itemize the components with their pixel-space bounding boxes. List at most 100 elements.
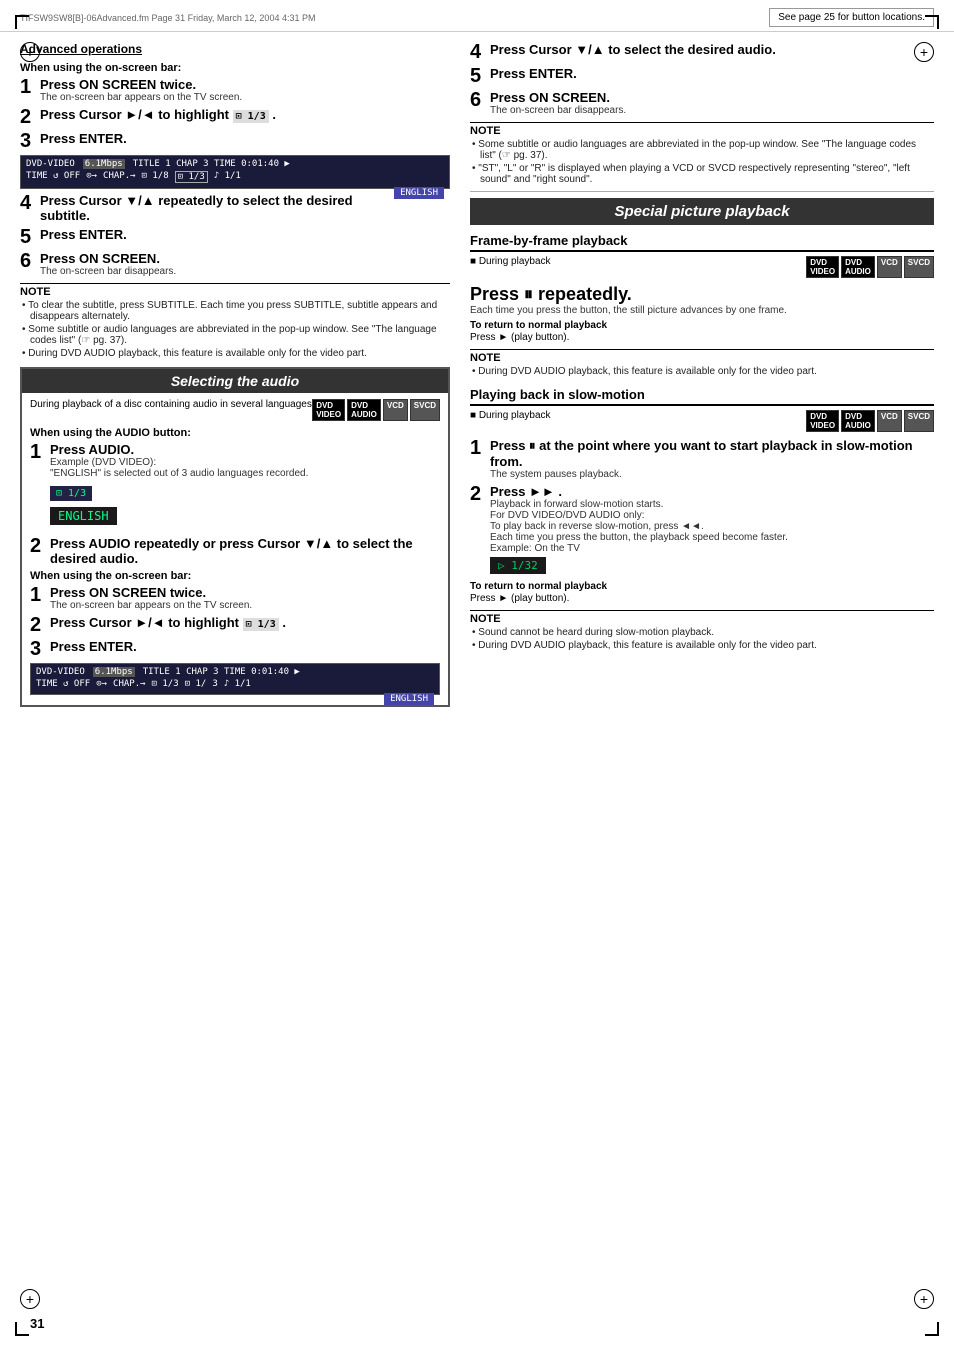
right-note-title: NOTE	[470, 122, 934, 137]
right-step-4: 4 Press Cursor ▼/▲ to select the desired…	[470, 42, 934, 62]
advanced-ops-title: Advanced operations	[20, 42, 450, 56]
sm-step-1-desc: The system pauses playback.	[490, 469, 934, 480]
audio-step-3b: 3 Press ENTER.	[30, 639, 440, 659]
sm-step-2: 2 Press ►► . Playback in forward slow-mo…	[470, 484, 934, 577]
english-tag-1: ENGLISH	[394, 187, 444, 199]
right-note-2: "ST", "L" or "R" is displayed when playi…	[470, 163, 934, 185]
page-header: TIFSW9SW8[B]-06Advanced.fm Page 31 Frida…	[0, 0, 954, 32]
left-column: Advanced operations When using the on-sc…	[20, 42, 450, 715]
sm-example-display: ▷ 1/32	[490, 557, 546, 574]
fbf-during-row: ■ During playback DVDVIDEO DVDAUDIO VCD …	[470, 256, 934, 278]
right-step-5-content: Press ENTER.	[490, 66, 934, 86]
audio-step-2: 2 Press AUDIO repeatedly or press Cursor…	[30, 536, 440, 566]
see-page-note: See page 25 for button locations.	[769, 8, 934, 27]
step-6-content: Press ON SCREEN. The on-screen bar disap…	[40, 251, 450, 277]
right-step-5: 5 Press ENTER.	[470, 66, 934, 86]
display-english: ENGLISH	[50, 507, 117, 525]
fbf-to-return-title: To return to normal playback	[470, 320, 934, 331]
fbf-badge-dvd-video: DVDVIDEO	[806, 256, 839, 278]
sm-step-1: 1 Press ⏸ at the point where you want to…	[470, 438, 934, 480]
audio-step-2-title: Press AUDIO repeatedly or press Cursor ▼…	[50, 536, 440, 566]
step-1-title: Press ON SCREEN twice.	[40, 77, 450, 92]
fbf-to-return-desc: Press ► (play button).	[470, 332, 934, 343]
audio-step-1b-desc: The on-screen bar appears on the TV scre…	[50, 600, 440, 611]
dvd-badges-audio: DVDVIDEO DVDAUDIO VCD SVCD	[312, 399, 440, 421]
right-step-6-title: Press ON SCREEN.	[490, 90, 934, 105]
corner-mark-tl	[15, 15, 29, 29]
audio-step-1b-title: Press ON SCREEN twice.	[50, 585, 440, 600]
sm-step-2-title: Press ►► .	[490, 484, 934, 499]
step-5-title: Press ENTER.	[40, 227, 450, 242]
audio-step-1b-number: 1	[30, 585, 46, 611]
step-1-number: 1	[20, 77, 36, 103]
audio-step-2-number: 2	[30, 536, 46, 566]
step-6-desc: The on-screen bar disappears.	[40, 266, 450, 277]
note-2: Some subtitle or audio languages are abb…	[20, 324, 450, 346]
sm-step-2-dvd: For DVD VIDEO/DVD AUDIO only:	[490, 510, 934, 521]
audio-step-1-title: Press AUDIO.	[50, 442, 440, 457]
sm-badge-vcd: VCD	[877, 410, 902, 432]
when-onscreen-label-1: When using the on-screen bar:	[20, 62, 450, 74]
fbf-during-label: ■ During playback	[470, 256, 551, 267]
sm-step-2-number: 2	[470, 484, 486, 577]
slow-motion-section: Playing back in slow-motion ■ During pla…	[470, 387, 934, 651]
when-audio-button-label: When using the AUDIO button:	[30, 427, 440, 439]
right-step-6-content: Press ON SCREEN. The on-screen bar disap…	[490, 90, 934, 116]
right-step-4-title: Press Cursor ▼/▲ to select the desired a…	[490, 42, 934, 57]
section-divider	[470, 191, 934, 192]
onscreen-display-1: DVD-VIDEO 6.1Mbps TITLE 1 CHAP 3 TIME 0:…	[20, 155, 450, 189]
step-5-number: 5	[20, 227, 36, 247]
sm-step-2-content: Press ►► . Playback in forward slow-moti…	[490, 484, 934, 577]
step-4-content: Press Cursor ▼/▲ repeatedly to select th…	[40, 193, 394, 223]
fbf-badge-dvd-audio: DVDAUDIO	[841, 256, 875, 278]
right-step-6-desc: The on-screen bar disappears.	[490, 105, 934, 116]
step-1-content: Press ON SCREEN twice. The on-screen bar…	[40, 77, 450, 103]
fbf-press-title: Press ⏸ repeatedly.	[470, 284, 934, 305]
right-step-6: 6 Press ON SCREEN. The on-screen bar dis…	[470, 90, 934, 116]
step-2-content: Press Cursor ►/◄ to highlight ⊡ 1/3 .	[40, 107, 450, 127]
onscreen-display-2: DVD-VIDEO 6.1Mbps TITLE 1 CHAP 3 TIME 0:…	[30, 663, 440, 695]
special-picture-title: Special picture playback	[470, 198, 934, 225]
step-6-onscreen: 6 Press ON SCREEN. The on-screen bar dis…	[20, 251, 450, 277]
step-2-title: Press Cursor ►/◄ to highlight ⊡ 1/3 .	[40, 107, 450, 122]
badge-dvd-audio: DVDAUDIO	[347, 399, 381, 421]
during-playback-row: During playback of a disc containing aud…	[30, 399, 440, 421]
step-4-number: 4	[20, 193, 36, 223]
audio-step-1: 1 Press AUDIO. Example (DVD VIDEO): "ENG…	[30, 442, 440, 532]
audio-step-3b-title: Press ENTER.	[50, 639, 440, 654]
step-1-desc: The on-screen bar appears on the TV scre…	[40, 92, 450, 103]
audio-step-1-desc1: Example (DVD VIDEO):	[50, 457, 440, 468]
step-3-enter: 3 Press ENTER.	[20, 131, 450, 151]
top-right-circle	[914, 42, 934, 62]
note-section-1: NOTE To clear the subtitle, press SUBTIT…	[20, 283, 450, 359]
sm-step-2-reverse: To play back in reverse slow-motion, pre…	[490, 521, 934, 532]
right-column: 4 Press Cursor ▼/▲ to select the desired…	[470, 42, 934, 715]
step-6-number: 6	[20, 251, 36, 277]
sm-note-title: NOTE	[470, 610, 934, 625]
content-area: Advanced operations When using the on-sc…	[0, 36, 954, 735]
audio-step-3b-content: Press ENTER.	[50, 639, 440, 659]
sm-during-label: ■ During playback	[470, 410, 551, 421]
sm-badge-svcd: SVCD	[904, 410, 934, 432]
corner-mark-br	[925, 1322, 939, 1336]
step-3-number: 3	[20, 131, 36, 151]
page-number: 31	[30, 1316, 44, 1331]
step-1-onscreen: 1 Press ON SCREEN twice. The on-screen b…	[20, 77, 450, 103]
right-step-4-content: Press Cursor ▼/▲ to select the desired a…	[490, 42, 934, 62]
frame-by-frame-header: Frame-by-frame playback	[470, 233, 934, 252]
step-5-content: Press ENTER.	[40, 227, 450, 247]
sm-step-2-example: Example: On the TV	[490, 543, 934, 554]
audio-step-3b-number: 3	[30, 639, 46, 659]
fbf-badge-vcd: VCD	[877, 256, 902, 278]
fbf-note-title: NOTE	[470, 349, 934, 364]
sm-during-row: ■ During playback DVDVIDEO DVDAUDIO VCD …	[470, 410, 934, 432]
note-title-1: NOTE	[20, 283, 450, 298]
frame-by-frame-section: Frame-by-frame playback ■ During playbac…	[470, 233, 934, 377]
sm-step-2-desc1: Playback in forward slow-motion starts.	[490, 499, 934, 510]
selecting-audio-title: Selecting the audio	[22, 369, 448, 393]
during-playback-label: During playback of a disc containing aud…	[30, 399, 312, 410]
onscreen-row2b: TIME ↺ OFF ⊙→ CHAP.→ ⊡ 1/3 ⊡ 1/ 3 ♪ 1/1	[36, 679, 434, 689]
slow-motion-header: Playing back in slow-motion	[470, 387, 934, 406]
fbf-note-1: During DVD AUDIO playback, this feature …	[470, 366, 934, 377]
audio-step-2b-number: 2	[30, 615, 46, 635]
